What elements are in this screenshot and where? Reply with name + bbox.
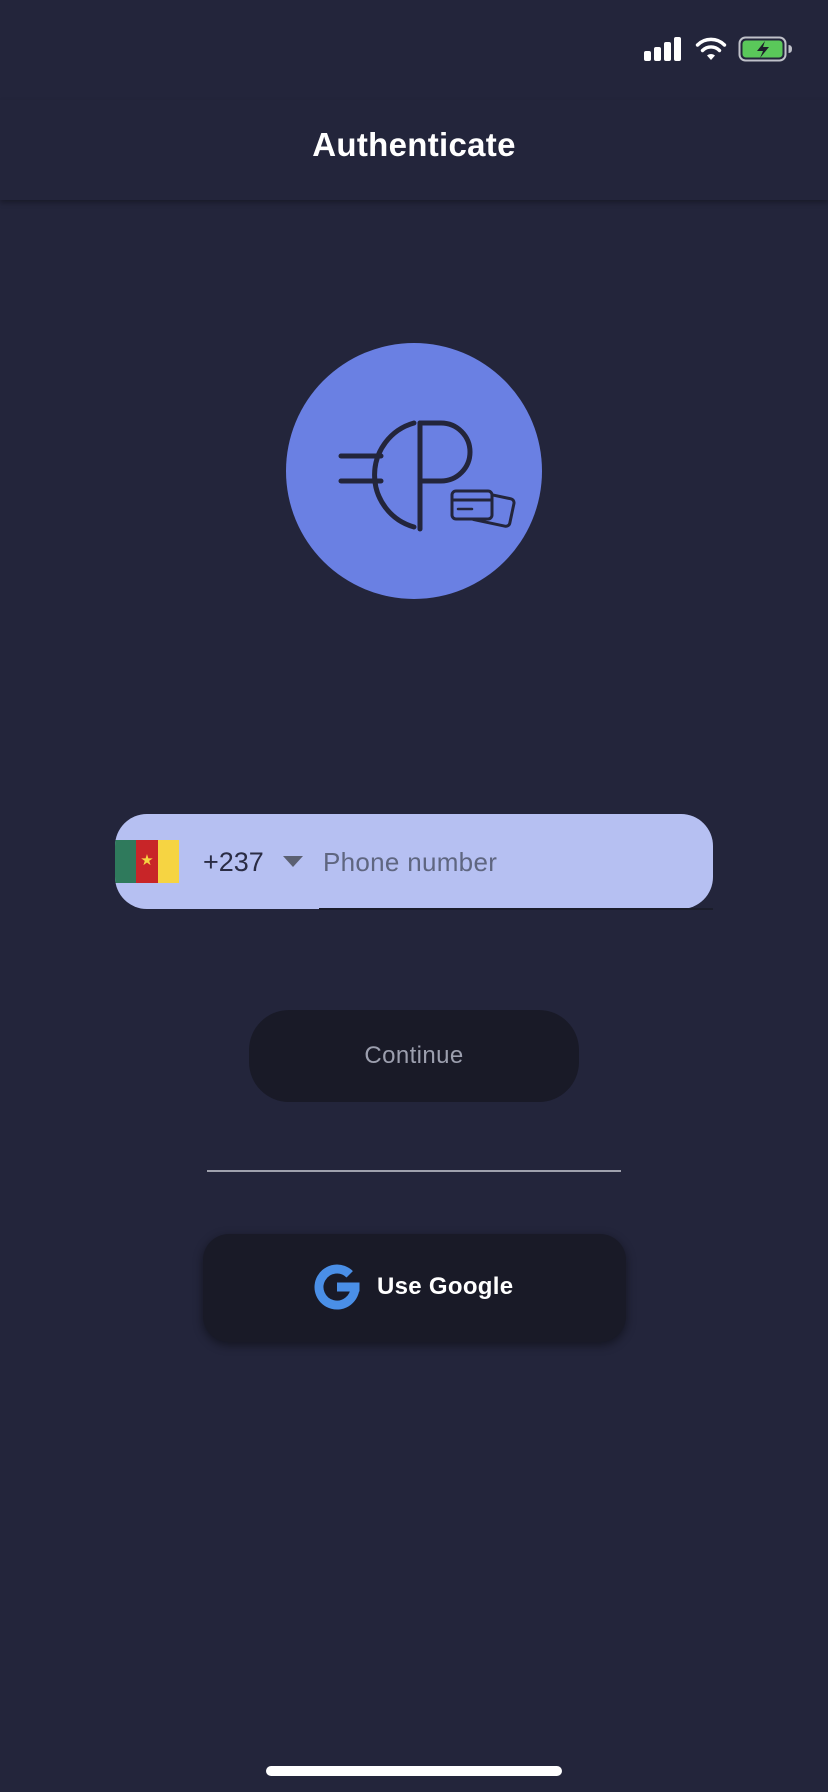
- ep-card-logo-icon: [338, 420, 516, 532]
- use-google-button[interactable]: Use Google: [203, 1234, 626, 1342]
- home-indicator[interactable]: [266, 1766, 562, 1776]
- google-g-icon: [314, 1264, 360, 1310]
- signal-icon: [644, 37, 684, 61]
- battery-charging-icon: [738, 36, 792, 62]
- triangle-down-icon[interactable]: [283, 856, 303, 867]
- cameroon-flag-icon[interactable]: ★: [115, 840, 179, 883]
- divider: [207, 1170, 621, 1172]
- status-bar: [0, 0, 828, 100]
- continue-button-label: Continue: [364, 1042, 464, 1069]
- input-underline: [319, 908, 713, 910]
- phone-field: ★ +237: [115, 814, 713, 909]
- app-header: Authenticate: [0, 100, 828, 200]
- phone-number-input[interactable]: [319, 838, 703, 886]
- country-code[interactable]: +237: [203, 845, 264, 879]
- page-title: Authenticate: [312, 126, 516, 163]
- app-logo: [286, 343, 542, 599]
- wifi-icon: [695, 37, 727, 60]
- use-google-label: Use Google: [377, 1273, 514, 1300]
- continue-button[interactable]: Continue: [249, 1010, 579, 1102]
- status-icons: [644, 34, 794, 64]
